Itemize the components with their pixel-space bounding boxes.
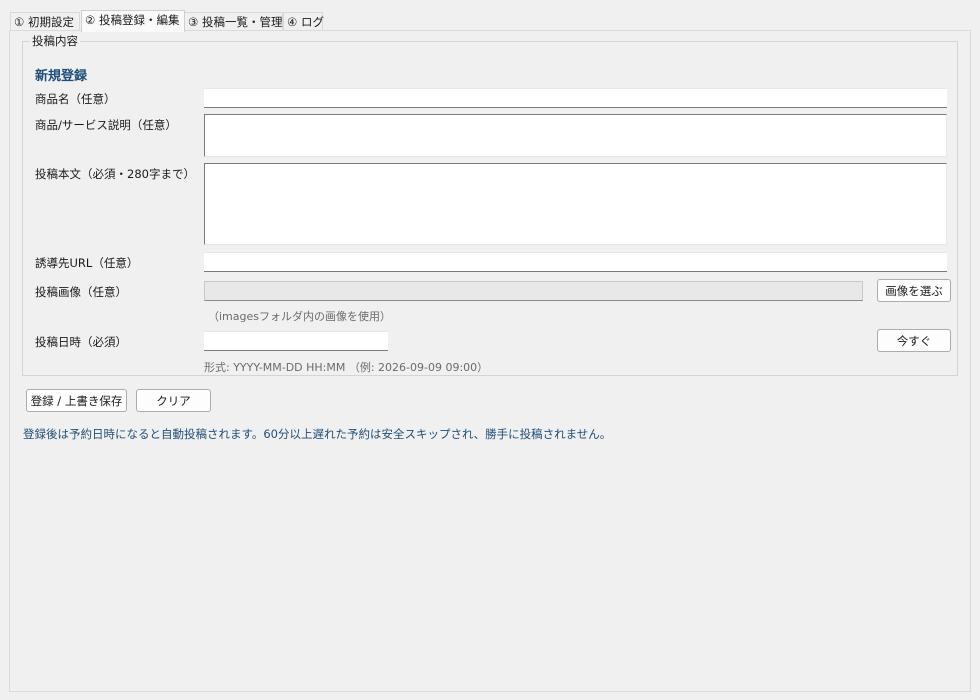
datetime-input[interactable] <box>204 331 388 351</box>
choose-image-button[interactable]: 画像を選ぶ <box>877 279 951 302</box>
schedule-info-text: 登録後は予約日時になると自動投稿されます。60分以上遅れた予約は安全スキップされ… <box>23 427 612 441</box>
tab-post-edit[interactable]: ② 投稿登録・編集 <box>81 10 185 32</box>
product-name-label: 商品名（任意） <box>35 92 116 106</box>
tab-post-list[interactable]: ③ 投稿一覧・管理 <box>184 12 283 31</box>
image-label: 投稿画像（任意） <box>35 285 127 299</box>
clear-button[interactable]: クリア <box>136 389 211 412</box>
image-path-input <box>204 281 863 301</box>
image-hint: （imagesフォルダ内の画像を使用） <box>208 310 391 323</box>
description-label: 商品/サービス説明（任意） <box>35 118 177 132</box>
description-textarea[interactable] <box>204 114 947 157</box>
tab-panel: 投稿内容 新規登録 商品名（任意） 商品/サービス説明（任意） 投稿本文（必須・… <box>9 30 971 692</box>
tab-initial-settings[interactable]: ① 初期設定 <box>10 12 80 31</box>
save-button[interactable]: 登録 / 上書き保存 <box>26 389 127 412</box>
tab-log[interactable]: ④ ログ <box>283 12 324 31</box>
product-name-input[interactable] <box>204 88 947 108</box>
group-title: 投稿内容 <box>30 34 80 48</box>
datetime-label: 投稿日時（必須） <box>35 335 127 349</box>
url-input[interactable] <box>204 252 947 272</box>
url-label: 誘導先URL（任意） <box>35 256 139 270</box>
datetime-format-hint: 形式: YYYY-MM-DD HH:MM （例: 2026-09-09 09:0… <box>204 361 489 374</box>
post-body-textarea[interactable] <box>204 163 947 245</box>
post-content-group: 投稿内容 新規登録 商品名（任意） 商品/サービス説明（任意） 投稿本文（必須・… <box>22 34 958 376</box>
post-body-label: 投稿本文（必須・280字まで） <box>35 167 195 181</box>
now-button[interactable]: 今すぐ <box>877 329 951 352</box>
form-heading: 新規登録 <box>35 69 88 84</box>
